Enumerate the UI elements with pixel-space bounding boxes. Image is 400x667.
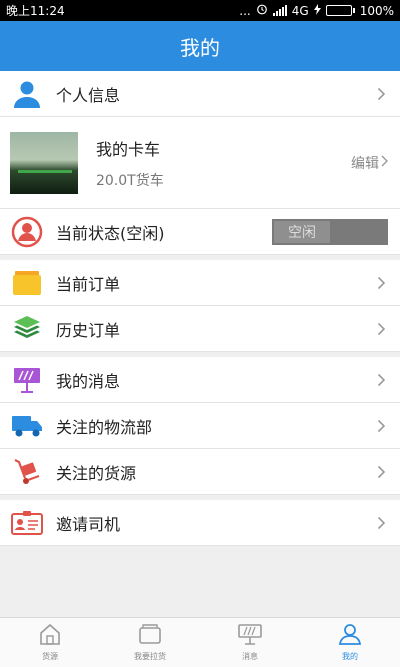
edit-truck-button[interactable]: 编辑 <box>351 153 388 173</box>
person-icon <box>10 77 44 111</box>
page-title: 我的 <box>180 35 220 60</box>
menu-label: 历史订单 <box>56 320 121 340</box>
app-bar: 我的 <box>0 21 400 71</box>
chevron-right-icon <box>374 320 388 338</box>
chevron-right-icon <box>374 274 388 292</box>
menu-item-profile[interactable]: 个人信息 <box>0 71 400 117</box>
layers-icon <box>10 312 44 346</box>
id-card-icon <box>10 506 44 540</box>
chevron-right-icon <box>374 514 388 532</box>
menu-item-invite-driver[interactable]: 邀请司机 <box>0 500 400 546</box>
menu-item-messages[interactable]: 我的消息 <box>0 357 400 403</box>
truck-capacity: 20.0T货车 <box>96 172 164 189</box>
menu-item-history-orders[interactable]: 历史订单 <box>0 306 400 352</box>
chevron-right-icon <box>374 371 388 389</box>
status-toggle[interactable]: 空闲 <box>272 218 388 245</box>
tab-mine[interactable]: 我的 <box>300 618 400 667</box>
tab-label: 消息 <box>242 652 258 661</box>
battery-percent: 100% <box>359 3 394 18</box>
status-indicators: ... 4G 100% <box>239 3 394 18</box>
user-icon <box>338 623 362 649</box>
menu-label: 邀请司机 <box>56 514 121 534</box>
status-toggle-label: 空闲 <box>274 220 330 243</box>
menu-label: 当前状态(空闲) <box>56 223 165 243</box>
truck-photo <box>10 131 78 194</box>
status-bar: 晚上11:24 ... 4G 100% <box>0 0 400 21</box>
my-truck-card[interactable]: 我的卡车 20.0T货车 编辑 <box>0 117 400 209</box>
chevron-right-icon <box>374 85 388 103</box>
menu-label: 我的消息 <box>56 371 121 391</box>
truck-title: 我的卡车 <box>96 139 161 159</box>
signal-icon <box>272 5 287 16</box>
chevron-right-icon <box>374 463 388 481</box>
billboard-icon <box>237 623 263 649</box>
network-type: 4G <box>291 3 309 18</box>
menu-item-followed-cargo[interactable]: 关注的货源 <box>0 449 400 495</box>
chevron-right-icon <box>381 155 388 171</box>
edit-label: 编辑 <box>351 155 379 172</box>
billboard-icon <box>10 363 44 397</box>
driver-status-icon <box>10 215 44 249</box>
menu-label: 关注的物流部 <box>56 417 153 437</box>
charging-icon <box>313 3 321 18</box>
status-time: 晚上11:24 <box>6 4 65 18</box>
tab-cargo-source[interactable]: 货源 <box>0 618 100 667</box>
truck-icon <box>10 409 44 443</box>
chevron-right-icon <box>374 417 388 435</box>
folder-icon <box>10 266 44 300</box>
battery-icon <box>325 5 355 16</box>
tab-label: 我要拉货 <box>134 652 166 661</box>
tab-label: 我的 <box>342 652 358 661</box>
home-icon <box>38 623 62 649</box>
hand-cart-icon <box>10 455 44 489</box>
box-icon <box>137 623 163 649</box>
menu-label: 个人信息 <box>56 85 121 105</box>
alarm-icon <box>256 3 268 18</box>
menu-item-followed-logistics[interactable]: 关注的物流部 <box>0 403 400 449</box>
menu-item-current-orders[interactable]: 当前订单 <box>0 260 400 306</box>
tab-messages[interactable]: 消息 <box>200 618 300 667</box>
menu-list: 个人信息 我的卡车 20.0T货车 编辑 当前状态(空闲) 空闲 当前订单 历史… <box>0 71 400 546</box>
tab-label: 货源 <box>42 652 58 661</box>
menu-label: 关注的货源 <box>56 463 137 483</box>
menu-label: 当前订单 <box>56 274 121 294</box>
menu-item-status: 当前状态(空闲) 空闲 <box>0 209 400 255</box>
notification-dots: ... <box>239 3 251 18</box>
truck-info: 我的卡车 20.0T货车 <box>96 136 351 190</box>
bottom-tab-bar: 货源 我要拉货 消息 我的 <box>0 617 400 667</box>
tab-haul-cargo[interactable]: 我要拉货 <box>100 618 200 667</box>
